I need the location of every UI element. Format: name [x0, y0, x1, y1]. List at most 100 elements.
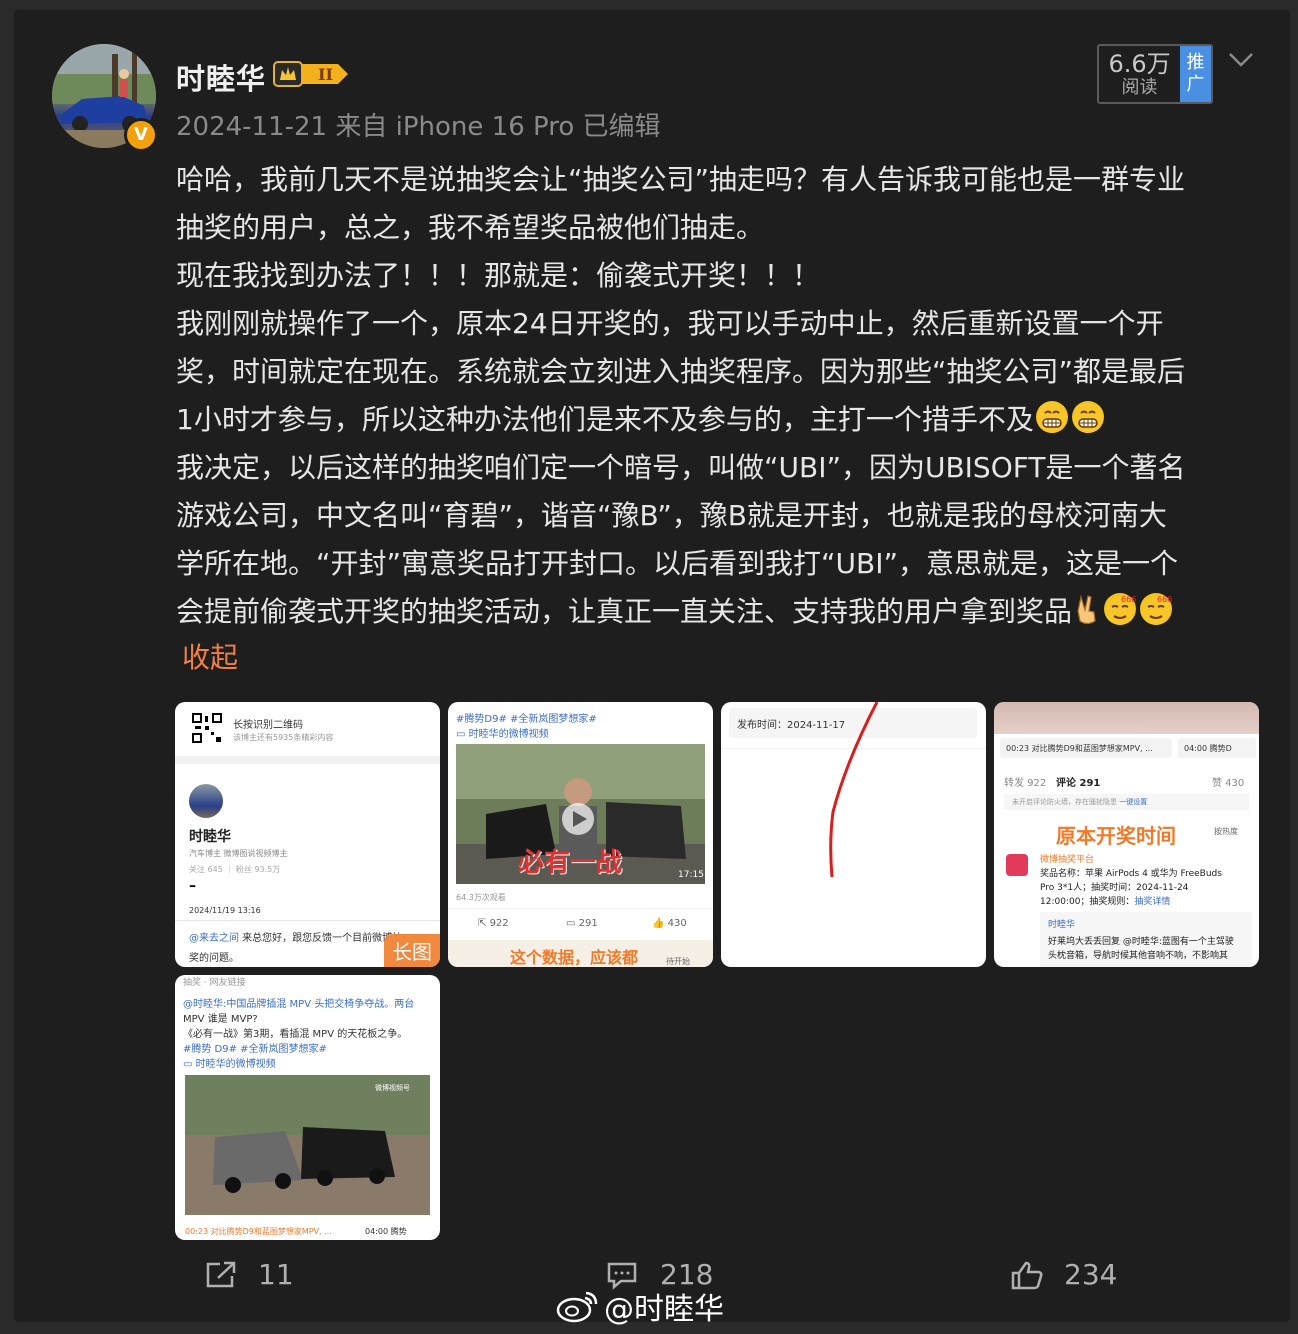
reposts-tab: 转发 922 — [1004, 778, 1047, 789]
collapse-link[interactable]: 收起 — [182, 636, 238, 676]
svg-text:666: 666 — [1157, 595, 1172, 604]
content-line-with-emoji: 1小时才参与，所以这种办法他们是来不及参与的，主打一个措手不及 — [176, 396, 1256, 444]
image-thumbnail-2[interactable]: #腾势D9# #全新岚图梦想家# ▭ 时睦华的微博视频 必有一战 17:15 6… — [448, 702, 713, 967]
topic-tags: #腾势 D9# #全新岚图梦想家# — [183, 1044, 327, 1055]
video-frame-image — [185, 1075, 430, 1215]
content-line: 会提前偷袭式开奖的抽奖活动，让真正一直关注、支持我的用户拿到奖品 — [176, 595, 1073, 628]
status-tag: 待开始 — [666, 957, 690, 966]
divider — [448, 908, 713, 909]
video-link: ▭ 时睦华的微博视频 — [456, 729, 549, 740]
image-thumbnail-3[interactable]: 发布时间：2024-11-17 — [721, 702, 986, 967]
content-line: 我刚刚就操作了一个，原本24日开奖的，我可以手动中止，然后重新设置一个开 — [176, 307, 1164, 340]
likes-tab: 赞 430 — [1212, 778, 1245, 789]
reads-count: 6.6万 — [1108, 50, 1171, 78]
promote-button[interactable]: 推广 — [1180, 46, 1211, 102]
video-watermark: 微博视频号 — [375, 1084, 410, 1092]
reads-box[interactable]: 6.6万 阅读 推广 — [1097, 44, 1213, 104]
content-line: 我决定，以后这样的抽奖咱们定一个暗号，叫做“UBI”，因为UBISOFT是一个著… — [176, 451, 1186, 484]
content-line: 哈哈，我前几天不是说抽奖会让“抽奖公司”抽走吗？有人告诉我可能也是一群专业 — [176, 163, 1186, 196]
body-text: 来总您好，跟您反馈一个目前微博抽 — [239, 933, 403, 944]
reads-label: 阅读 — [1121, 77, 1158, 98]
text-line: @时睦华:中国品牌插混 MPV 头把交椅争夺战。两台 — [183, 999, 415, 1010]
like-count: 👍 430 — [652, 918, 687, 929]
content-line-with-emoji: 会提前偷袭式开奖的抽奖活动，让真正一直关注、支持我的用户拿到奖品 666 666 — [176, 588, 1256, 636]
victory-hand-icon — [1072, 593, 1102, 625]
weibo-logo-icon — [556, 1291, 598, 1323]
video-link: ▭ 时睦华的微博视频 — [183, 1059, 276, 1070]
divider — [175, 920, 440, 921]
mention: @来去之间 — [189, 933, 239, 944]
repost-count: ⇱ 922 — [478, 918, 509, 929]
image-thumbnail-4[interactable]: 00:23 对比腾势D9和蓝图梦想家MPV, ... 04:00 腾势D 转发 … — [994, 702, 1259, 967]
prize-line: Pro 3*1人；抽奖时间：2024-11-24 — [1040, 883, 1189, 893]
video-views: 64.3万次观看 — [456, 893, 506, 902]
top-strip — [994, 702, 1259, 734]
video-chip-2: 04:00 腾势 — [365, 1227, 407, 1236]
repost-icon — [206, 1261, 236, 1287]
svg-text:II: II — [318, 65, 333, 84]
weibo-watermark: @时睦华 — [556, 1284, 724, 1328]
red-arrow-mark — [829, 702, 879, 878]
profile-desc: 汽车博主 微博图说视频博主 — [189, 849, 288, 858]
reply-author: 时睦华 — [1048, 920, 1076, 930]
content-line: 现在我找到办法了！！！那就是：偷袭式开奖！！！ — [176, 259, 821, 292]
image-thumbnail-5[interactable]: 抽奖 · 网友链接 @时睦华:中国品牌插混 MPV 头把交椅争夺战。两台 MPV… — [175, 975, 440, 1240]
body-line: 奖的问题。 — [189, 953, 239, 964]
banner-text: 这个数据，应该都 — [510, 948, 639, 967]
666-emoji-icon: 666 — [1104, 593, 1136, 625]
gift-icon — [1006, 854, 1028, 876]
grin-emoji-icon — [1035, 401, 1068, 433]
like-icon — [1011, 1261, 1043, 1289]
platform-name: 微博抽奖平台 — [1040, 855, 1095, 865]
post-source: 来自 iPhone 16 Pro — [335, 112, 575, 142]
verified-badge-icon: V — [124, 118, 158, 152]
repost-action[interactable]: 11 — [204, 1258, 294, 1291]
666-emoji-icon: 666 — [1140, 593, 1172, 625]
post-time: 2024/11/19 13:16 — [189, 906, 261, 915]
qr-code-icon — [191, 712, 223, 744]
sort-label: 按热度 — [1214, 827, 1238, 836]
video-link-icon: ▭ — [456, 729, 469, 740]
content-line: 学所在地。“开封”寓意奖品打开封口。以后看到我打“UBI”，意思就是，这是一个 — [176, 547, 1178, 580]
chevron-down-icon[interactable] — [1228, 52, 1254, 68]
prize-line: 奖品名称：苹果 AirPods 4 或华为 FreeBuds — [1040, 869, 1222, 879]
profile-stats: 关注 645 ｜ 粉丝 93.5万 — [189, 865, 281, 874]
image-thumbnail-1[interactable]: 长按识别二维码 该博主还有5935条精彩内容 时睦华 汽车博主 微博图说视频博主… — [175, 702, 440, 967]
content-line: 抽奖的用户，总之，我不希望奖品被他们抽走。 — [176, 211, 765, 244]
prize-line: 12:00:00；抽奖规则：抽奖详情 — [1040, 897, 1171, 907]
grin-emoji-icon — [1071, 401, 1104, 433]
repost-icon: ⇱ — [478, 918, 490, 929]
video-link-icon: ▭ — [183, 1059, 196, 1070]
topic-tags: #腾势D9# #全新岚图梦想家# — [456, 714, 597, 725]
content-line: 游戏公司，中文名叫“育碧”，谐音“豫B”，豫B就是开封，也就是我的母校河南大 — [176, 499, 1167, 532]
like-icon: 👍 — [652, 918, 668, 929]
text-line: 《必有一战》第3期，看插混 MPV 的天花板之争。 — [183, 1029, 408, 1040]
notice: 未开启评论防火墙，存在骚扰隐患 一键设置 — [1012, 798, 1148, 806]
like-count: 234 — [1064, 1258, 1118, 1291]
watermark-text: @时睦华 — [604, 1292, 724, 1327]
divider — [175, 756, 440, 764]
post-edited: 已编辑 — [582, 112, 661, 142]
content-line: 奖，时间就定在现在。系统就会立刻进入抽奖程序。因为那些“抽奖公司”都是最后 — [176, 355, 1186, 388]
video-chip-1: 00:23 对比腾势D9和蓝图梦想家MPV, ... — [185, 1227, 332, 1236]
comments-tab: 评论 291 — [1056, 778, 1101, 789]
video-overlay-title: 必有一战 — [518, 848, 623, 878]
author-name[interactable]: 时睦华 — [176, 56, 266, 98]
header-text: 抽奖 · 网友链接 — [183, 978, 246, 988]
profile-name: 时睦华 — [189, 829, 231, 845]
content-line: 1小时才参与，所以这种办法他们是来不及参与的，主打一个措手不及 — [176, 403, 1034, 436]
text-line: MPV 谁是 MVP? — [183, 1014, 258, 1025]
qr-text: 长按识别二维码 — [233, 720, 303, 731]
video-chip-2: 04:00 腾势D — [1184, 744, 1232, 753]
svg-text:666: 666 — [1121, 595, 1136, 604]
comment-count: ▭ 291 — [566, 918, 598, 929]
highlight-title: 原本开奖时间 — [1056, 824, 1176, 848]
vip-level-badge-icon[interactable]: II — [272, 60, 350, 88]
dash: – — [189, 878, 196, 894]
qr-sub: 该博主还有5935条精彩内容 — [233, 733, 334, 742]
post-date[interactable]: 2024-11-21 — [176, 112, 327, 142]
body-line: @来去之间 来总您好，跟您反馈一个目前微博抽 — [189, 929, 402, 944]
like-action[interactable]: 234 — [1010, 1258, 1117, 1291]
reply-line: 好莱坞大丢丢回复 @时睦华:蓝图有一个主驾驶 — [1048, 937, 1234, 947]
comment-icon: ▭ — [566, 918, 579, 929]
